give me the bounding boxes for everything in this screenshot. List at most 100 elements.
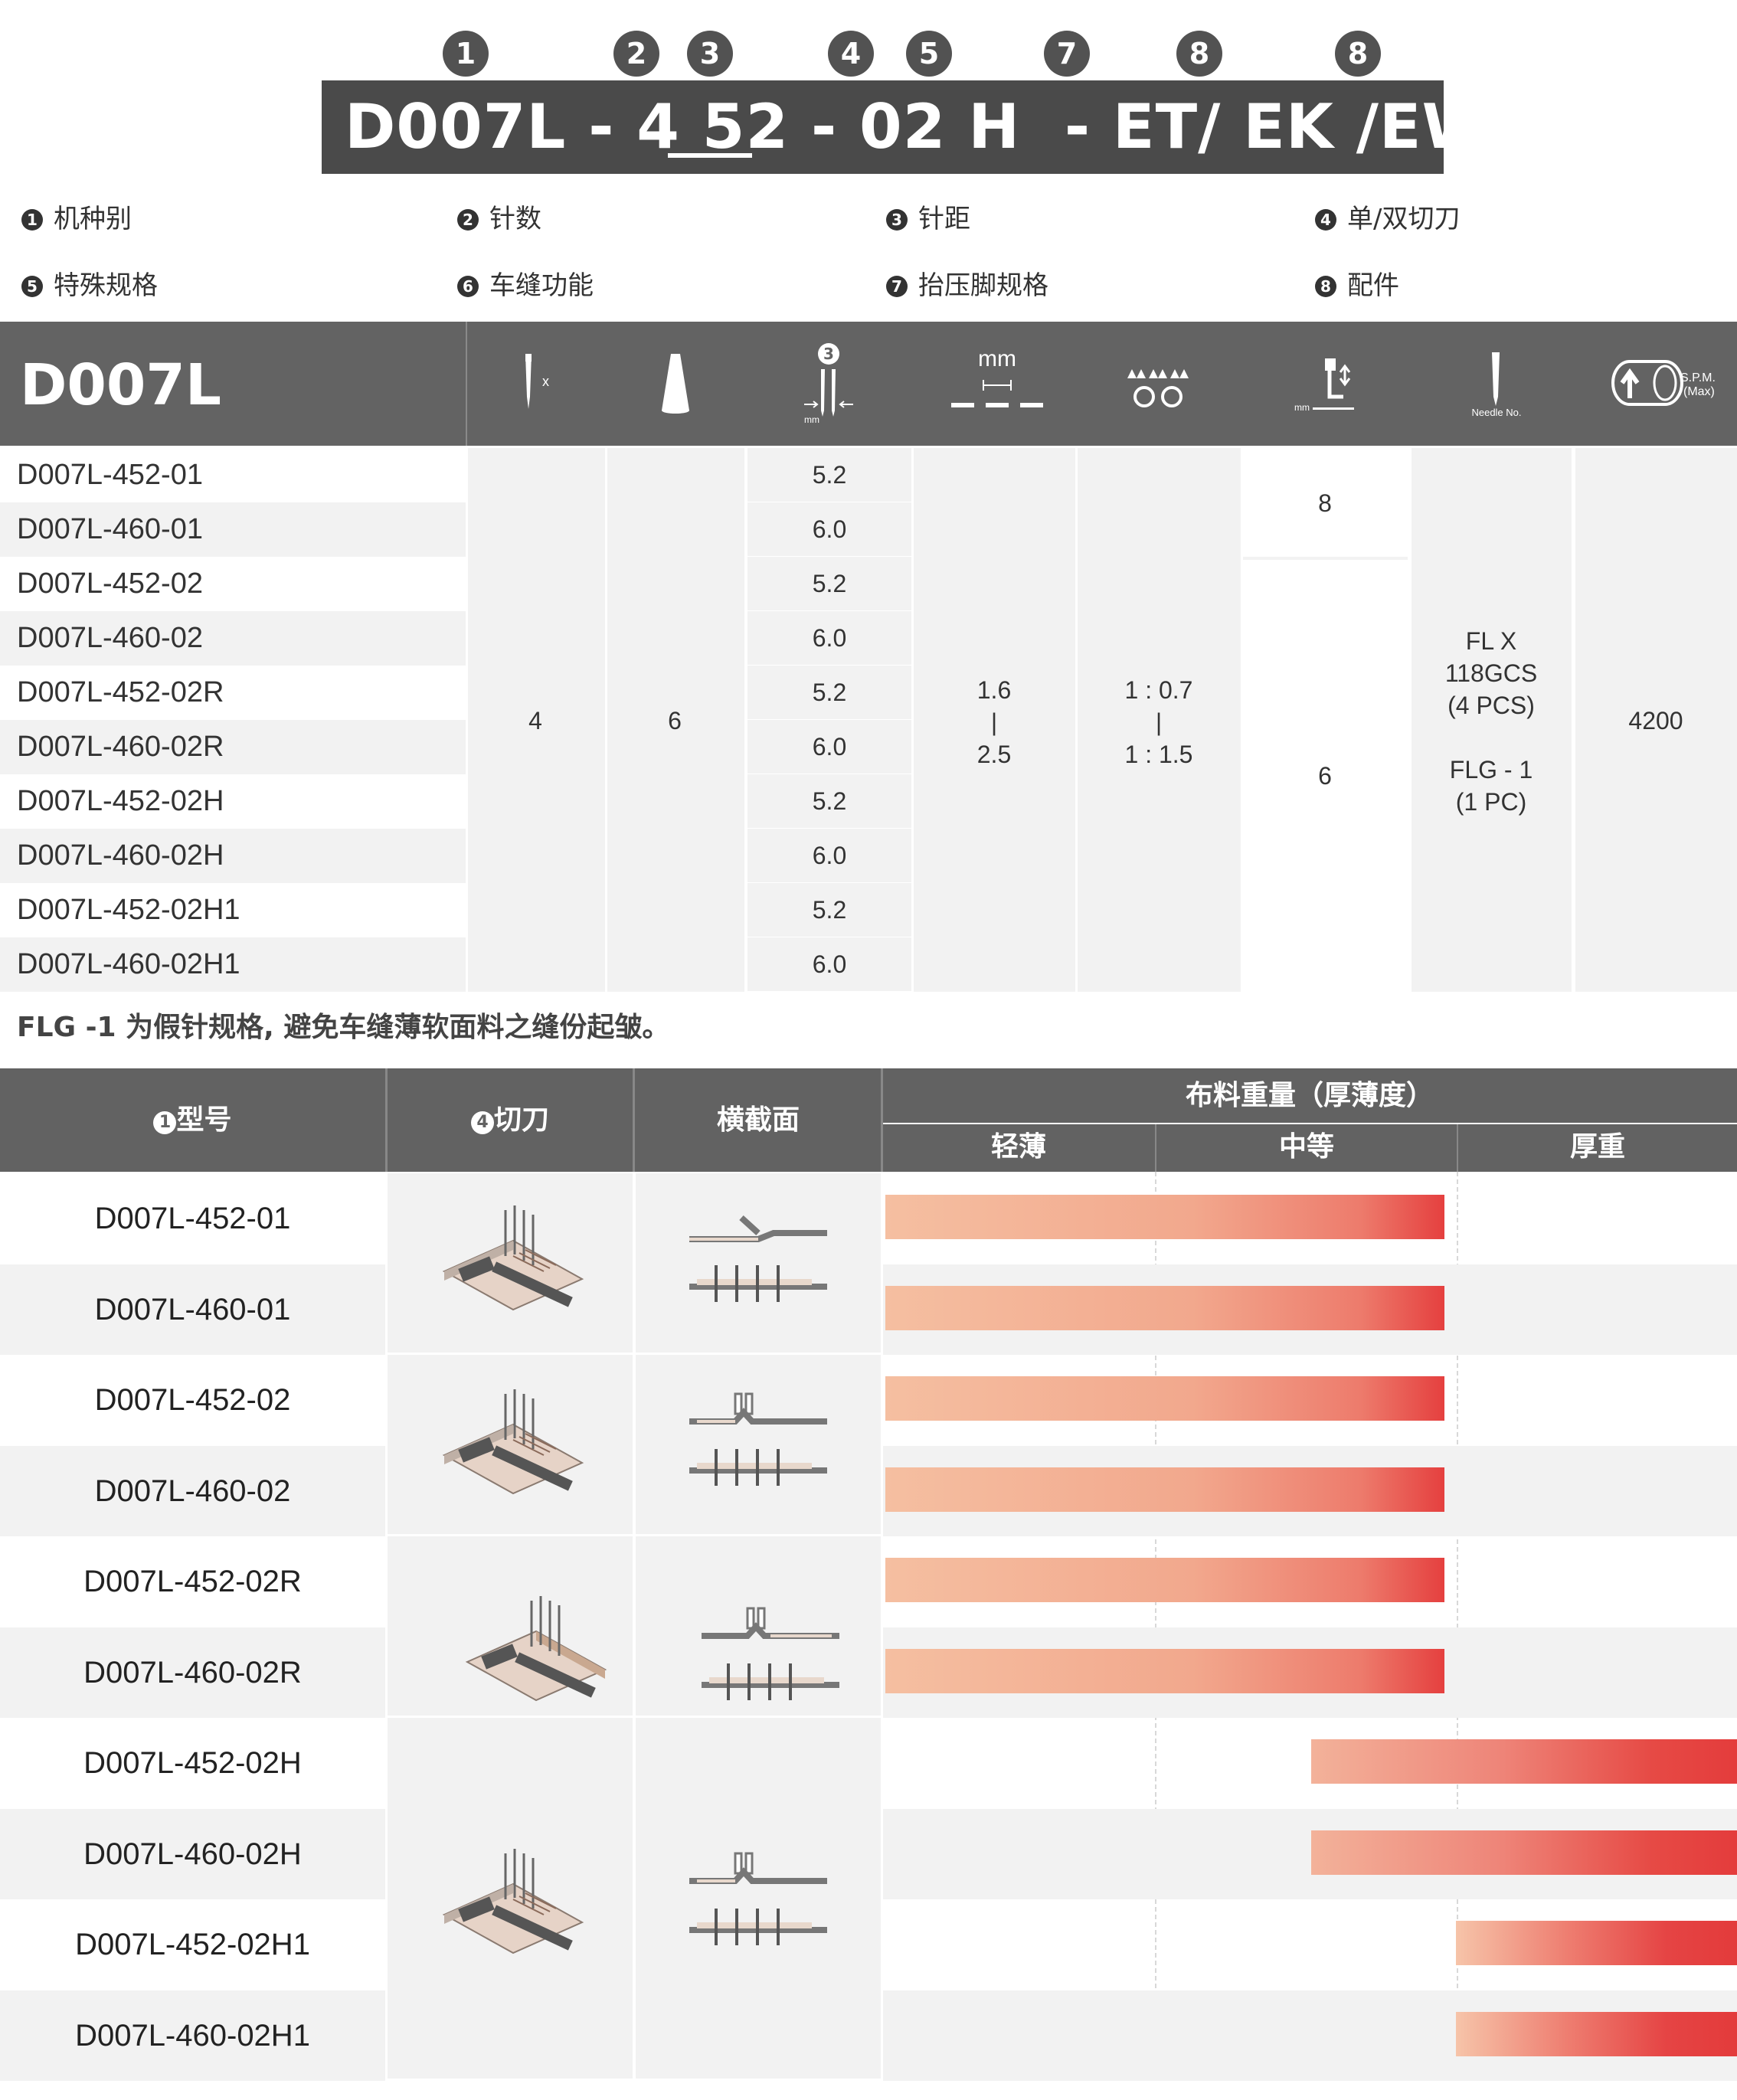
weight-light-header: 轻薄 xyxy=(990,1131,1046,1163)
col-cutter-header: 4 切刀 xyxy=(388,1099,633,1142)
column-separator xyxy=(385,1173,388,2081)
svg-text:x: x xyxy=(542,374,549,389)
legend-item-3: 3 针距 xyxy=(886,198,970,235)
svg-text:S.P.M.: S.P.M. xyxy=(1680,371,1716,384)
spm-value: 4200 xyxy=(1628,707,1683,734)
thread-count-value: 6 xyxy=(668,707,682,734)
cutter-num-icon: 4 xyxy=(470,1111,494,1134)
stitch-length-value: 1.6 | 2.5 xyxy=(976,676,1012,768)
spec-row-gauge: 6.0 xyxy=(747,720,911,774)
marker-7: 7 xyxy=(1044,31,1090,77)
needle-gauge-icon: 3 mm xyxy=(804,343,853,425)
weight-row-model: D007L-452-01 xyxy=(94,1202,291,1235)
marker-1: 1 xyxy=(443,31,489,77)
flg-note: FLG -1 为假针规格, 避免车缝薄软面料之缝份起皱。 xyxy=(17,1012,670,1043)
model-code-underline xyxy=(668,153,752,158)
marker-3: 3 xyxy=(687,31,733,77)
needle-spec-value: FL X 118GCS (4 PCS) FLG - 1 (1 PC) xyxy=(1444,627,1538,816)
weight-row-model: D007L-460-01 xyxy=(94,1292,291,1326)
weight-bar xyxy=(1311,1739,1737,1784)
legend-item-7: 7 抬压脚规格 xyxy=(886,264,1048,302)
spec-row-gauge: 5.2 xyxy=(747,448,911,502)
marker-8a: 8 xyxy=(1176,31,1222,77)
svg-text:(Max): (Max) xyxy=(1683,385,1715,398)
stitch-length-icon: mm xyxy=(951,346,1043,407)
double-cutter-right-illustration xyxy=(465,1596,607,1702)
weight-medium-header: 中等 xyxy=(1278,1131,1334,1163)
spec-row-gauge: 6.0 xyxy=(747,829,911,882)
weight-bar xyxy=(885,1285,1444,1330)
weight-bar xyxy=(885,1648,1444,1693)
spec-row-gauge: 6.0 xyxy=(747,611,911,665)
needle-count-value: 4 xyxy=(528,707,542,734)
weight-row-model: D007L-452-02H1 xyxy=(75,1928,310,1961)
col-model-header: 1 型号 xyxy=(0,1099,385,1142)
svg-text:mm: mm xyxy=(804,414,819,425)
legend-item-4: 4 单/双切刀 xyxy=(1315,198,1460,235)
spec-row-gauge: 5.2 xyxy=(747,557,911,610)
svg-text:mm: mm xyxy=(978,346,1016,371)
double-cut-seam-cross-section-right-icon xyxy=(702,1607,839,1700)
legend-item-2: 2 针数 xyxy=(457,198,541,235)
double-cut-seam-cross-section-icon xyxy=(689,1392,827,1486)
weight-row-model: D007L-460-02R xyxy=(83,1655,302,1689)
spec-row-gauge: 6.0 xyxy=(747,937,911,991)
spec-row-model: D007L-460-02R xyxy=(17,731,224,763)
marker-5: 5 xyxy=(906,31,952,77)
weight-bar xyxy=(1456,2011,1737,2056)
legend-item-6: 6 车缝功能 xyxy=(457,264,594,302)
weight-heavy-header: 厚重 xyxy=(1569,1131,1625,1163)
column-separator xyxy=(881,1173,883,2081)
weight-bar xyxy=(885,1376,1444,1421)
column-separator xyxy=(633,1173,635,2081)
spec-row-gauge: 5.2 xyxy=(747,883,911,937)
model-num-icon: 1 xyxy=(153,1111,177,1134)
spec-row-model: D007L-460-02 xyxy=(17,622,203,654)
col-section-header: 横截面 xyxy=(716,1104,800,1136)
lift-value-bottom: 6 xyxy=(1318,762,1332,790)
diff-feed-value: 1 : 0.7 | 1 : 1.5 xyxy=(1124,676,1193,768)
col-weight-header: 布料重量（厚薄度） xyxy=(1185,1080,1434,1111)
spec-table-title: D007L xyxy=(20,352,222,418)
spec-row-model: D007L-452-02H1 xyxy=(17,894,240,926)
column-separator xyxy=(1241,448,1243,992)
lift-value-top: 8 xyxy=(1318,489,1332,517)
weight-row-model: D007L-460-02H xyxy=(83,1837,302,1871)
spec-row-model: D007L-460-02H xyxy=(17,839,224,872)
needle-number-icon: Needle No. xyxy=(1471,352,1522,418)
weight-row-model: D007L-452-02R xyxy=(83,1565,302,1598)
svg-text:mm: mm xyxy=(1294,402,1310,413)
presser-foot-lift-icon: mm xyxy=(1294,358,1354,413)
double-cutter-heavy-illustration xyxy=(442,1849,584,1954)
weight-row-model: D007L-460-02H1 xyxy=(75,2018,310,2053)
legend-item-8: 8 配件 xyxy=(1315,264,1399,302)
needle-count-icon: x xyxy=(525,354,549,409)
legend-item-5: 5 特殊规格 xyxy=(21,264,158,302)
merged-column-bg xyxy=(1242,448,1408,992)
spec-row-model: D007L-452-02H xyxy=(17,785,224,817)
spec-row-model: D007L-452-01 xyxy=(17,459,203,491)
svg-text:Needle No.: Needle No. xyxy=(1471,407,1521,418)
weight-row-model: D007L-460-02 xyxy=(94,1474,291,1508)
weight-row-model: D007L-452-02 xyxy=(94,1383,291,1417)
spec-row-model: D007L-460-02H1 xyxy=(17,948,240,980)
model-code-text: D007L - 4 52 - 02 H - ET/ EK /EW7 xyxy=(345,91,1534,162)
spec-row-model: D007L-460-01 xyxy=(17,513,203,545)
double-cutter-illustration xyxy=(442,1389,584,1495)
single-cutter-illustration xyxy=(442,1205,584,1311)
column-separator xyxy=(744,448,747,992)
spec-row-gauge: 6.0 xyxy=(747,502,911,556)
spec-row-gauge: 5.2 xyxy=(747,774,911,828)
legend-item-1: 1 机种别 xyxy=(21,198,132,235)
weight-bar xyxy=(1456,1921,1737,1965)
weight-bar xyxy=(885,1558,1444,1602)
model-code-header: 1 2 3 4 5 7 8 8 D007L - 4 52 - 02 H - ET… xyxy=(0,0,1737,184)
weight-bar xyxy=(885,1467,1444,1512)
spec-row-gauge: 5.2 xyxy=(747,666,911,719)
double-cut-seam-cross-section-heavy-icon xyxy=(689,1852,827,1945)
marker-4: 4 xyxy=(828,31,874,77)
weight-bar xyxy=(885,1195,1444,1239)
weight-bar xyxy=(1311,1830,1737,1875)
spec-row-model: D007L-452-02 xyxy=(17,568,203,600)
flatlock-seam-cross-section-icon xyxy=(689,1215,827,1302)
